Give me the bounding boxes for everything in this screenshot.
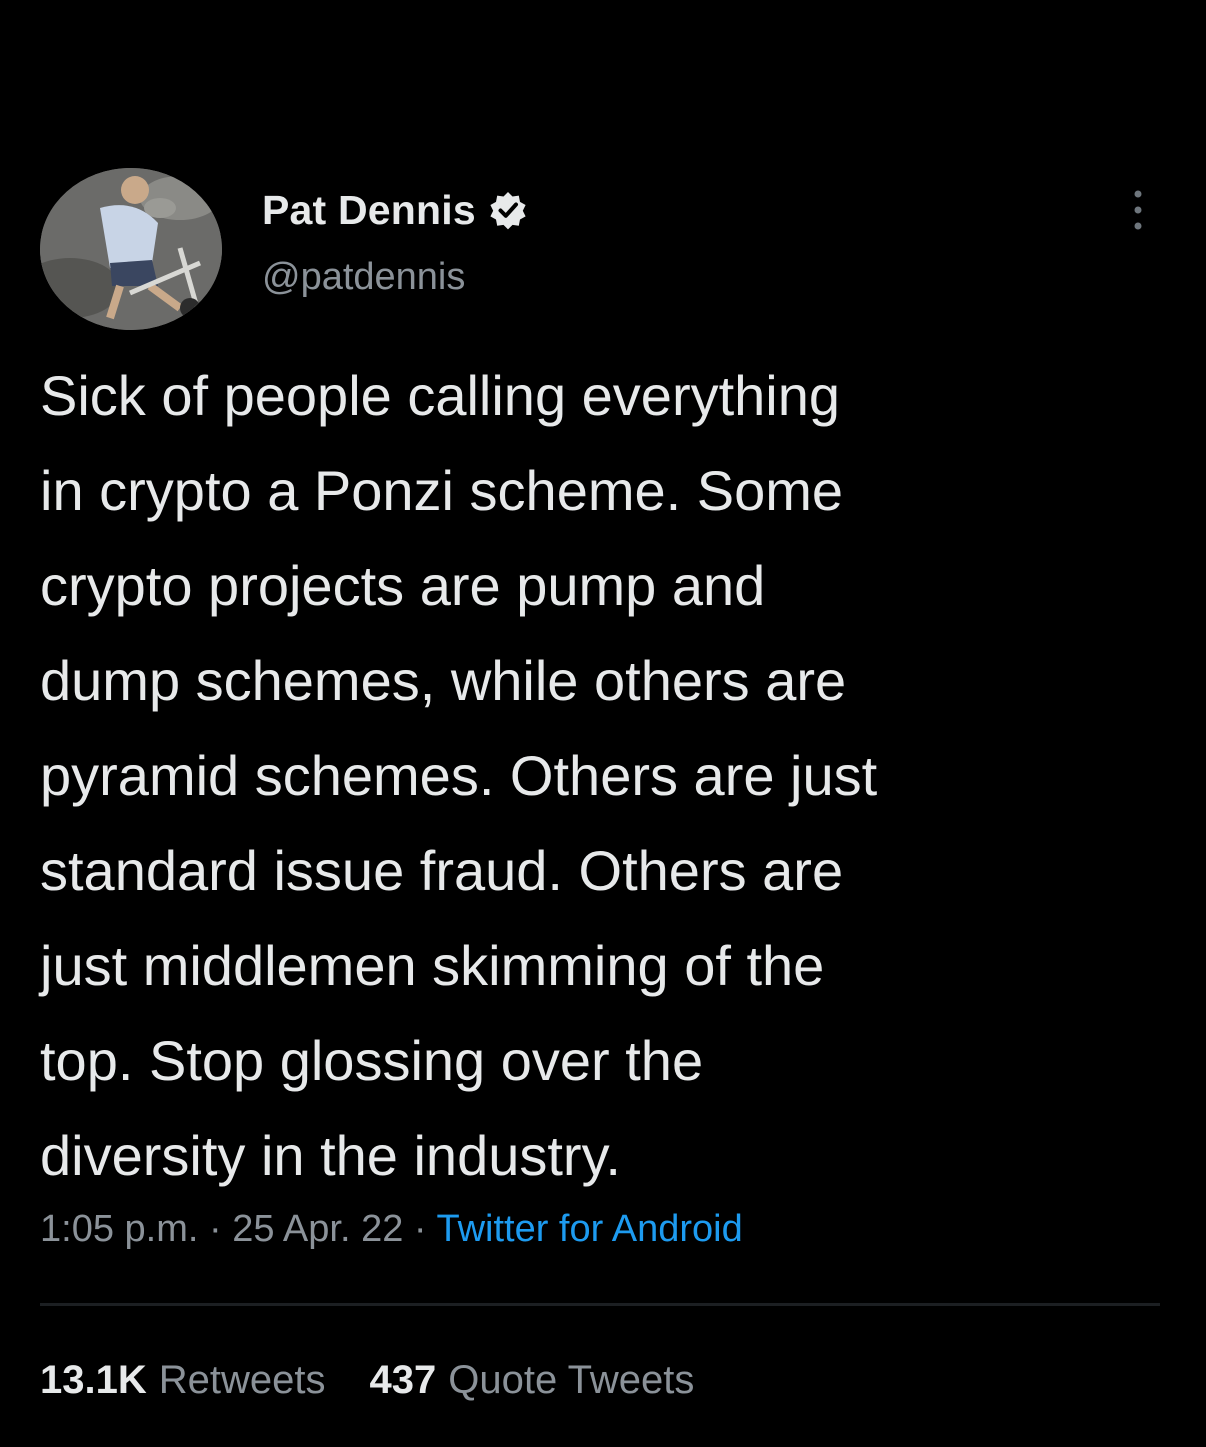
retweets-label: Retweets [158,1358,326,1402]
author-handle[interactable]: @patdennis [262,256,465,299]
tweet: Pat Dennis @patdennis Sick of people cal… [0,0,1206,1447]
tweet-meta: 1:05 p.m. · 25 Apr. 22 · Twitter for And… [40,1208,743,1251]
divider [40,1303,1160,1306]
display-name[interactable]: Pat Dennis [262,187,476,234]
tweet-stats: 13.1K Retweets 437 Quote Tweets [40,1358,694,1403]
tweet-text: Sick of people calling everything in cry… [40,364,878,1187]
more-options-icon[interactable] [1118,186,1158,234]
retweets-count: 13.1K [40,1358,147,1402]
quote-tweets-stat[interactable]: 437 Quote Tweets [370,1358,695,1403]
meta-separator: · [413,1208,427,1250]
tweet-time[interactable]: 1:05 p.m. [40,1208,198,1250]
quote-tweets-label: Quote Tweets [448,1358,695,1402]
meta-separator: · [208,1208,222,1250]
retweets-stat[interactable]: 13.1K Retweets [40,1358,326,1403]
tweet-date[interactable]: 25 Apr. 22 [232,1208,403,1250]
tweet-source-link[interactable]: Twitter for Android [436,1208,742,1250]
quote-tweets-count: 437 [369,1358,437,1402]
avatar[interactable] [40,168,222,330]
verified-badge-icon [488,190,528,230]
avatar-photo [40,168,222,330]
author-name-row[interactable]: Pat Dennis [262,182,528,238]
